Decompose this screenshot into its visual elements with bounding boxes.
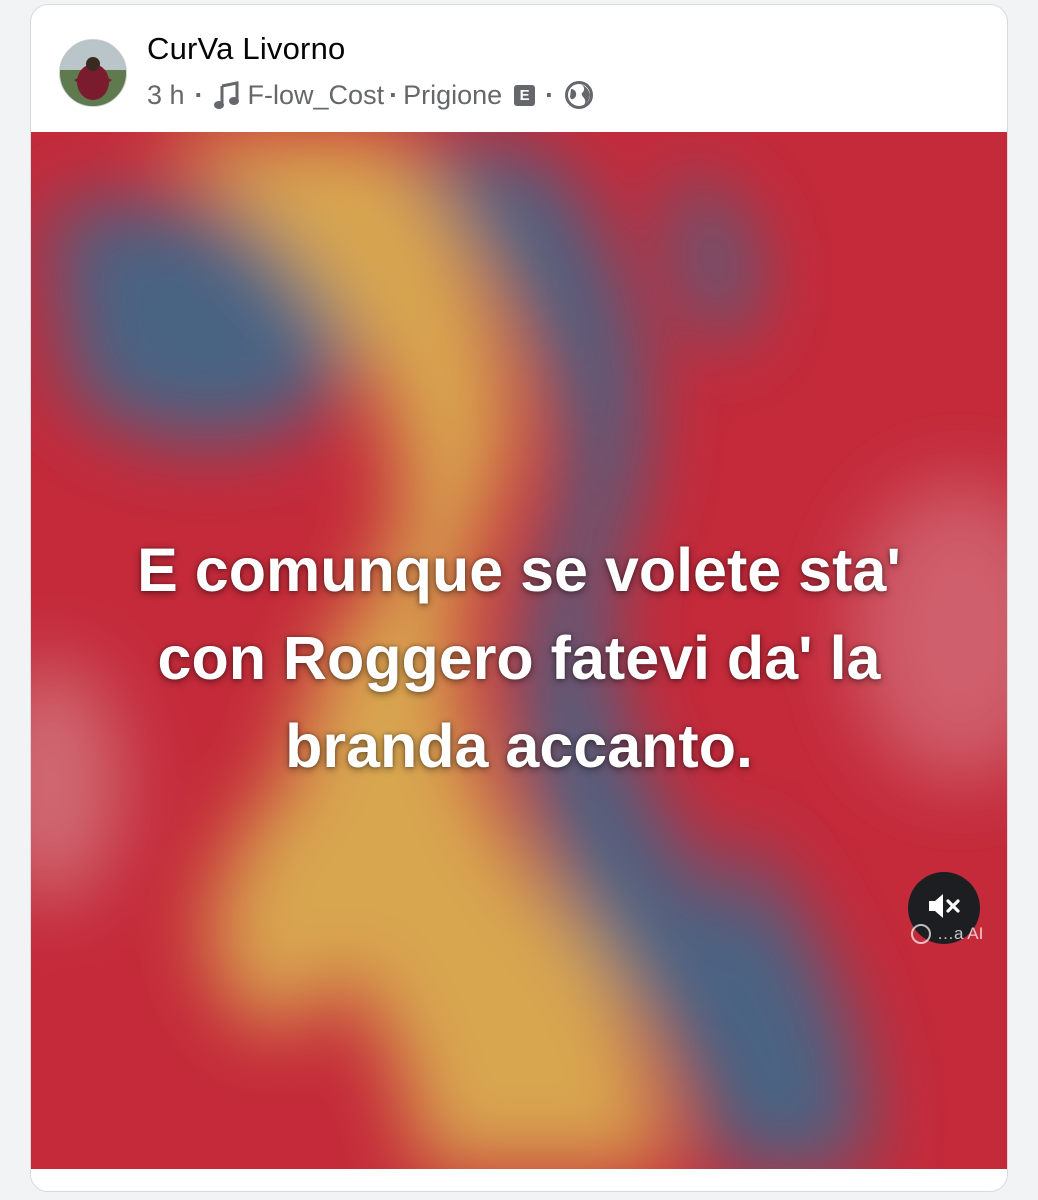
post-time[interactable]: 3 h <box>147 80 185 111</box>
ai-label-text: …a AI <box>937 924 984 943</box>
music-note-icon <box>213 80 240 110</box>
explicit-icon: E <box>514 84 536 106</box>
ai-icon <box>911 924 931 944</box>
post-caption: E comunque se volete sta' con Roggero fa… <box>137 536 901 780</box>
song-separator: · <box>389 79 399 110</box>
post-footer <box>31 1169 1007 1191</box>
song-title[interactable]: Prigione <box>403 80 502 111</box>
meta-separator-2: · <box>545 79 555 110</box>
post-meta: 3 h · F-low_Cost · Prigione E · <box>147 77 594 113</box>
mute-icon <box>927 891 961 926</box>
globe-icon[interactable] <box>564 80 594 110</box>
avatar[interactable] <box>59 39 127 107</box>
meta-separator: · <box>194 79 204 110</box>
post-header: CurVa Livorno 3 h · F-low_Cost · Prigion… <box>31 5 1007 131</box>
ai-label: …a AI <box>911 922 983 946</box>
post-media[interactable]: E comunque se volete sta' con Roggero fa… <box>31 132 1007 1169</box>
post-card: CurVa Livorno 3 h · F-low_Cost · Prigion… <box>30 4 1008 1192</box>
song-artist[interactable]: F-low_Cost <box>248 80 385 111</box>
author-name[interactable]: CurVa Livorno <box>147 31 345 67</box>
